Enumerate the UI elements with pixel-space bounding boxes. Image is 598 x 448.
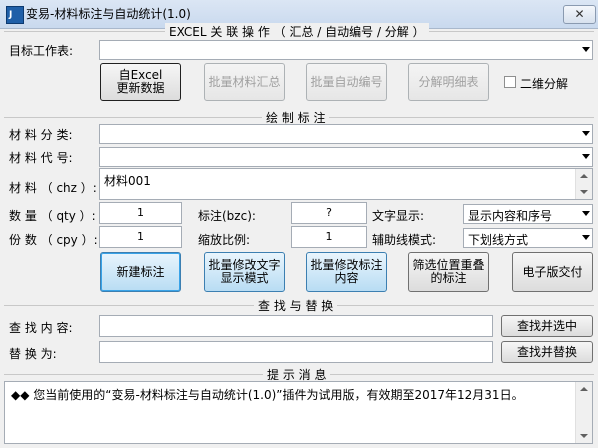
find-section-header: 查 找 与 替 换 xyxy=(254,297,338,314)
category-dropdown[interactable] xyxy=(99,124,593,144)
app-icon-text: J xyxy=(9,10,13,20)
aux-line-value: 下划线方式 xyxy=(468,233,529,247)
detail-table-button[interactable]: 分解明细表 xyxy=(408,63,489,101)
scale-input[interactable]: 1 xyxy=(291,226,367,248)
scale-value: 1 xyxy=(325,230,333,243)
batch-number-button[interactable]: 批量自动编号 xyxy=(306,63,387,101)
message-scrollbar[interactable] xyxy=(575,382,592,443)
new-annotation-button[interactable]: 新建标注 xyxy=(100,252,181,292)
message-box[interactable]: ◆◆ 您当前使用的“变易-材料标注与自动统计(1.0)”插件为试用版，有效期至2… xyxy=(4,381,593,444)
scroll-down-icon[interactable] xyxy=(580,434,588,438)
main-window: J 变易-材料标注与自动统计(1.0) ✕ EXCEL 关 联 操 作 （ 汇总… xyxy=(0,0,598,448)
code-dropdown[interactable] xyxy=(99,147,593,167)
target-sheet-dropdown[interactable] xyxy=(99,40,593,60)
chevron-down-icon xyxy=(582,47,590,52)
qty-label: 数 量 （ qty ）: xyxy=(9,209,96,223)
info-message: ◆◆ 您当前使用的“变易-材料标注与自动统计(1.0)”插件为试用版，有效期至2… xyxy=(11,388,524,402)
qty-value: 1 xyxy=(137,206,144,219)
two-dim-checkbox[interactable] xyxy=(504,76,516,88)
chevron-down-icon xyxy=(582,154,590,159)
scroll-up-icon[interactable] xyxy=(580,387,588,391)
aux-line-label: 辅助线模式: xyxy=(372,233,437,247)
chevron-down-icon xyxy=(582,211,590,216)
scale-label: 缩放比例: xyxy=(198,233,251,247)
category-label: 材 料 分 类: xyxy=(9,128,73,142)
aux-line-dropdown[interactable]: 下划线方式 xyxy=(463,228,593,248)
cpy-label: 份 数 （ cpy ）: xyxy=(9,233,98,247)
chevron-down-icon xyxy=(582,235,590,240)
bzc-value: ? xyxy=(326,206,332,219)
scroll-down-icon[interactable] xyxy=(580,190,588,194)
cpy-input[interactable]: 1 xyxy=(99,226,182,248)
window-title: 变易-材料标注与自动统计(1.0) xyxy=(26,7,191,21)
batch-summary-button[interactable]: 批量材料汇总 xyxy=(204,63,285,101)
batch-text-mode-button[interactable]: 批量修改文字 显示模式 xyxy=(204,252,285,292)
bzc-label: 标注(bzc): xyxy=(198,209,256,223)
update-from-excel-button[interactable]: 自Excel 更新数据 xyxy=(100,63,181,101)
find-select-button[interactable]: 查找并选中 xyxy=(501,315,593,337)
text-display-label: 文字显示: xyxy=(372,209,425,223)
code-label: 材 料 代 号: xyxy=(9,151,73,165)
text-display-dropdown[interactable]: 显示内容和序号 xyxy=(463,204,593,224)
filter-overlap-button[interactable]: 筛选位置重叠 的标注 xyxy=(408,252,489,292)
target-sheet-label: 目标工作表: xyxy=(9,44,74,58)
cpy-value: 1 xyxy=(137,230,144,243)
e-delivery-button[interactable]: 电子版交付 xyxy=(512,252,593,292)
replace-label: 替 换 为: xyxy=(9,347,57,361)
qty-input[interactable]: 1 xyxy=(99,202,182,224)
chz-textarea[interactable]: 材料001 xyxy=(99,168,593,200)
text-display-value: 显示内容和序号 xyxy=(468,209,553,223)
chevron-down-icon xyxy=(582,131,590,136)
scroll-up-icon[interactable] xyxy=(580,174,588,178)
app-icon: J xyxy=(6,6,24,24)
replace-input[interactable] xyxy=(99,341,493,363)
close-icon[interactable]: ✕ xyxy=(563,5,596,24)
two-dim-label: 二维分解 xyxy=(520,77,569,91)
find-label: 查 找 内 容: xyxy=(9,321,73,335)
find-replace-button[interactable]: 查找并替换 xyxy=(501,341,593,363)
chz-value: 材料001 xyxy=(104,174,151,188)
excel-section-header: EXCEL 关 联 操 作 （ 汇总 / 自动编号 / 分解 ） xyxy=(165,23,429,40)
chz-scrollbar[interactable] xyxy=(575,169,592,199)
bzc-input[interactable]: ? xyxy=(291,202,367,224)
find-input[interactable] xyxy=(99,315,493,337)
chz-label: 材 料 （ chz ）: xyxy=(9,181,97,195)
batch-content-button[interactable]: 批量修改标注 内容 xyxy=(306,252,387,292)
